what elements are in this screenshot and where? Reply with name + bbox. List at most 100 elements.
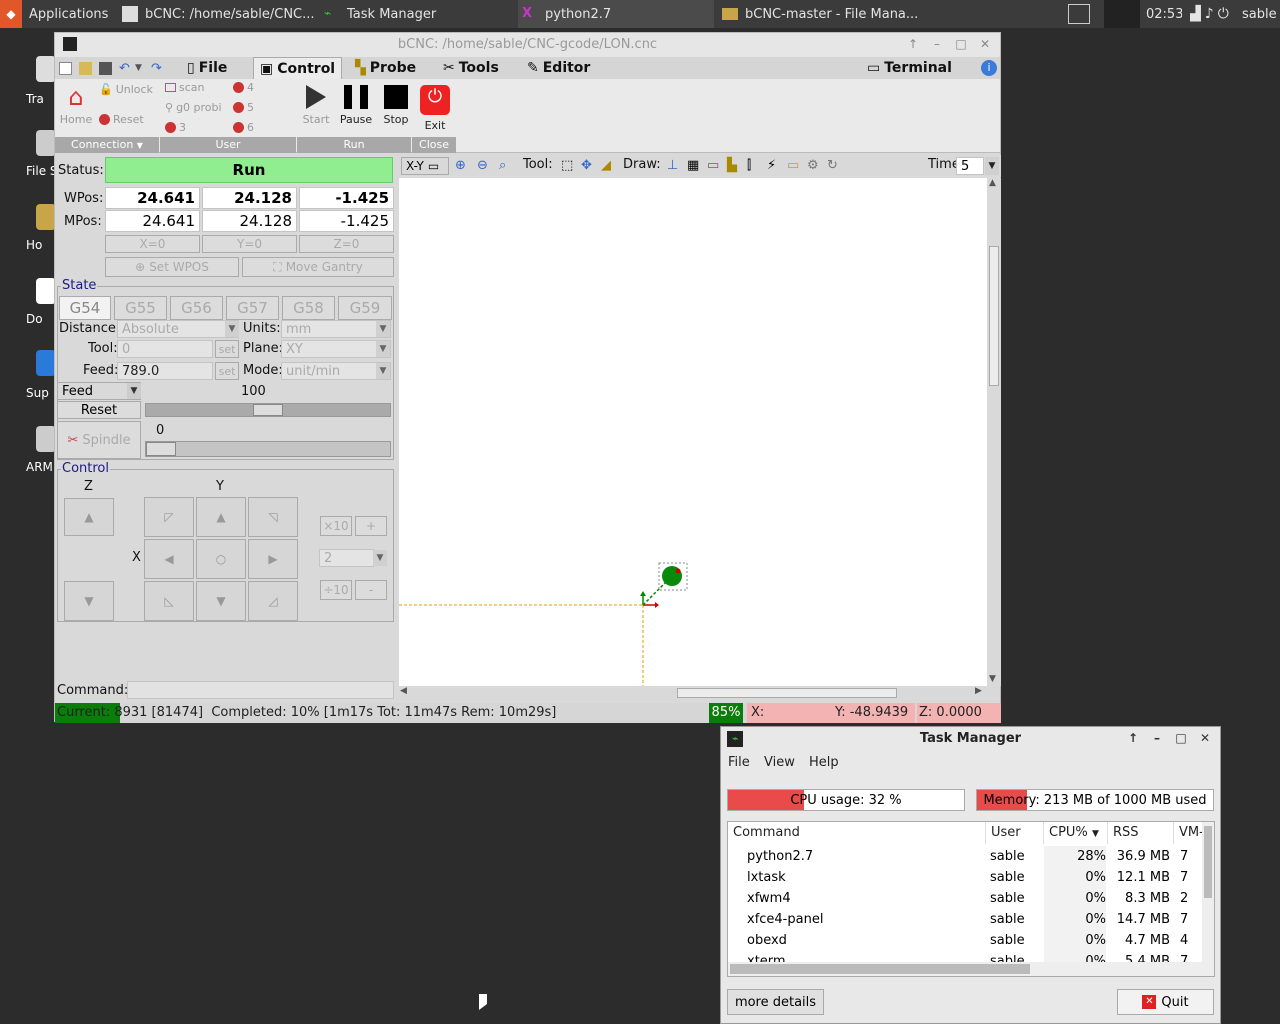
new-file-icon[interactable] <box>59 62 72 75</box>
pan-tool-icon[interactable]: ✥ <box>581 158 592 173</box>
override-dropdown-icon[interactable]: ▼ <box>127 383 141 399</box>
start-button[interactable]: Start <box>295 85 337 126</box>
clock[interactable]: 02:53 <box>1146 0 1182 28</box>
step-div10-button[interactable]: ÷10 <box>320 580 352 600</box>
tab-terminal[interactable]: ▭ Terminal <box>861 57 958 79</box>
trash-desktop-icon[interactable] <box>36 56 56 82</box>
paths-icon[interactable]: ▭ <box>787 158 799 173</box>
task-python[interactable]: X python2.7 <box>518 0 714 28</box>
jog-xy-downright-button[interactable]: ◿ <box>248 581 298 621</box>
horizontal-scroll-thumb[interactable] <box>677 688 897 698</box>
workspace-switcher[interactable] <box>1068 0 1098 28</box>
tm-menu-file[interactable]: File <box>728 755 750 770</box>
arm-desktop-icon[interactable] <box>36 426 56 452</box>
jog-y-down-button[interactable]: ▼ <box>196 581 246 621</box>
undo-dropdown-icon[interactable]: ▼ <box>135 62 148 75</box>
tab-file[interactable]: ▯ File <box>181 57 233 79</box>
scroll-up-icon[interactable]: ▲ <box>989 178 996 188</box>
tm-menu-help[interactable]: Help <box>809 755 839 770</box>
process-row[interactable]: xfwm4 sable 0% 8.3 MB 2 <box>728 888 1198 909</box>
refresh-icon[interactable]: ↻ <box>827 158 838 173</box>
ruler-tool-icon[interactable]: ◢ <box>601 158 611 173</box>
documents-desktop-icon[interactable] <box>36 278 56 304</box>
process-row[interactable]: python2.7 sable 28% 36.9 MB 7 <box>728 846 1198 867</box>
scroll-down-icon[interactable]: ▼ <box>989 674 996 684</box>
zoom-out-icon[interactable]: ⊖ <box>477 158 488 173</box>
task-bcnc[interactable]: bCNC: /home/sable/CNC... <box>118 0 318 28</box>
mode-dropdown-icon[interactable]: ▼ <box>376 363 390 379</box>
plane-dropdown-icon[interactable]: ▼ <box>376 341 390 357</box>
column-cpu[interactable]: CPU% ▼ <box>1044 822 1108 844</box>
scroll-right-icon[interactable]: ▶ <box>975 686 982 696</box>
wcs-g58-button[interactable]: G58 <box>282 296 335 320</box>
open-file-icon[interactable] <box>79 62 92 75</box>
jog-z-up-button[interactable]: ▲ <box>64 498 114 536</box>
set-wpos-button[interactable]: ⊕ Set WPOS <box>105 257 239 277</box>
mode-select[interactable]: unit/min <box>281 362 391 380</box>
signal-icon[interactable]: ▟ <box>1190 6 1201 22</box>
move-gantry-button[interactable]: ⛶ Move Gantry <box>242 257 394 277</box>
feed-set-button[interactable]: set <box>215 362 239 380</box>
column-user[interactable]: User <box>986 822 1044 844</box>
save-icon[interactable] <box>99 62 112 75</box>
view-select[interactable]: X-Y ▭ <box>401 157 449 175</box>
exit-button[interactable]: ⏻ Exit <box>414 85 456 132</box>
spindle-button[interactable]: ✂ Spindle <box>57 421 141 459</box>
user-5-button[interactable]: 5 <box>233 101 254 114</box>
tm-minimize-icon[interactable]: – <box>1149 730 1165 746</box>
step-size-dropdown-icon[interactable]: ▼ <box>373 550 387 566</box>
wcs-g59-button[interactable]: G59 <box>338 296 392 320</box>
grid-icon[interactable]: ▦ <box>687 158 699 173</box>
tab-probe[interactable]: ▚ Probe <box>349 57 422 79</box>
workarea-icon[interactable]: ⫿ <box>747 158 751 173</box>
jog-center-button[interactable]: ○ <box>196 539 246 579</box>
units-select[interactable]: mm <box>281 320 391 338</box>
task-task-manager[interactable]: ⌁ Task Manager <box>320 0 516 28</box>
plane-select[interactable]: XY <box>281 340 391 358</box>
jog-xy-upleft-button[interactable]: ◸ <box>144 497 194 537</box>
user-scan-button[interactable]: scan <box>165 81 205 94</box>
tm-close-icon[interactable]: ✕ <box>1197 730 1213 746</box>
zoom-in-icon[interactable]: ⊕ <box>455 158 466 173</box>
step-plus-button[interactable]: + <box>355 516 387 536</box>
process-row[interactable]: xfce4-panel sable 0% 14.7 MB 7 <box>728 909 1198 930</box>
tm-maximize-icon[interactable]: □ <box>1173 730 1189 746</box>
user-3-button[interactable]: 3 <box>165 121 186 134</box>
wpos-y-field[interactable]: 24.128 <box>202 187 297 209</box>
process-hscroll-thumb[interactable] <box>730 964 1030 974</box>
camera-icon[interactable]: ⚙ <box>807 158 819 173</box>
rapid-icon[interactable]: ⚡ <box>767 158 776 173</box>
canvas-horizontal-scrollbar[interactable]: ◀ ▶ <box>399 686 987 700</box>
override-slider[interactable] <box>145 403 391 417</box>
process-row[interactable]: obexd sable 0% 4.7 MB 4 <box>728 930 1198 951</box>
home-desktop-icon[interactable] <box>36 204 56 230</box>
feed-field[interactable]: 789.0 <box>117 362 213 380</box>
timeout-dropdown-icon[interactable]: ▼ <box>985 157 999 175</box>
margin-icon[interactable]: ▭ <box>707 158 719 173</box>
reset-button[interactable]: Reset <box>99 113 144 126</box>
command-input[interactable] <box>127 681 394 699</box>
wpos-x-field[interactable]: 24.641 <box>105 187 200 209</box>
jog-z-down-button[interactable]: ▼ <box>64 581 114 621</box>
maximize-icon[interactable]: □ <box>953 36 969 52</box>
step-minus-button[interactable]: - <box>355 580 387 600</box>
wcs-g57-button[interactable]: G57 <box>226 296 279 320</box>
override-reset-button[interactable]: Reset <box>57 401 141 419</box>
step-size-field[interactable]: 2 <box>319 549 374 567</box>
workspace-2[interactable] <box>1104 0 1140 28</box>
help-icon[interactable]: i <box>981 60 997 76</box>
tm-menu-view[interactable]: View <box>764 755 795 770</box>
jog-x-right-button[interactable]: ▶ <box>248 539 298 579</box>
jog-xy-upright-button[interactable]: ◹ <box>248 497 298 537</box>
jog-x-left-button[interactable]: ◀ <box>144 539 194 579</box>
power-icon[interactable]: ⏻ <box>1218 6 1229 22</box>
task-file-manager[interactable]: bCNC-master - File Mana... <box>718 0 928 28</box>
zoom-fit-icon[interactable]: ⌕ <box>499 158 506 173</box>
distance-select[interactable]: Absolute <box>117 320 239 338</box>
tab-control[interactable]: ▣ Control <box>253 57 343 79</box>
user-name[interactable]: sable <box>1242 0 1280 28</box>
quit-button[interactable]: ✕ Quit <box>1117 989 1214 1015</box>
close-icon[interactable]: ✕ <box>977 36 993 52</box>
jog-xy-downleft-button[interactable]: ◺ <box>144 581 194 621</box>
wpos-z-field[interactable]: -1.425 <box>299 187 394 209</box>
